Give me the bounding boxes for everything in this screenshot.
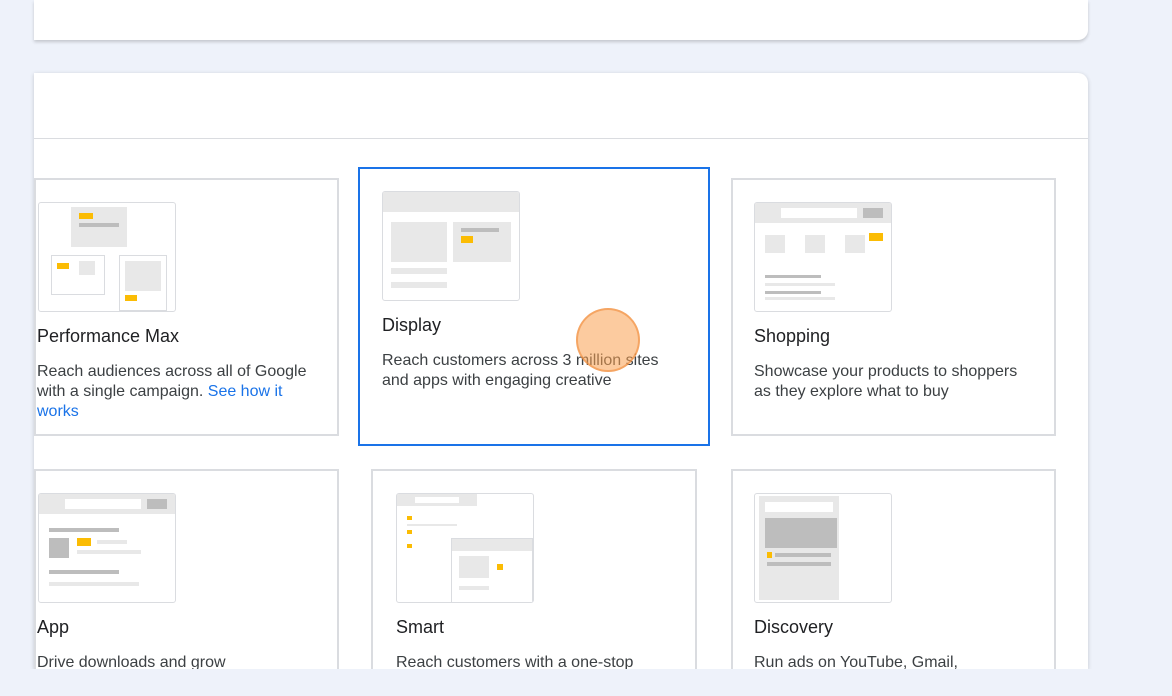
- card-title: Display: [382, 315, 442, 335]
- discovery-illustration: [754, 493, 892, 603]
- campaign-card-performance-max[interactable]: Performance Max Reach audiences across a…: [34, 178, 339, 436]
- card-title: App: [37, 617, 70, 637]
- click-indicator: [576, 308, 640, 372]
- top-panel: [34, 0, 1088, 40]
- shopping-illustration: [754, 202, 892, 312]
- smart-illustration: [396, 493, 534, 603]
- card-description: Reach customers with a one-stop: [396, 654, 634, 669]
- campaign-type-panel: Performance Max Reach audiences across a…: [34, 73, 1088, 669]
- card-title: Discovery: [754, 617, 834, 637]
- campaign-card-shopping[interactable]: Shopping Showcase your products to shopp…: [731, 178, 1056, 436]
- app-illustration: [38, 493, 176, 603]
- card-description: Drive downloads and grow: [37, 654, 226, 669]
- card-title: Performance Max: [37, 326, 180, 346]
- campaign-card-smart[interactable]: Smart Reach customers with a one-stop: [371, 469, 697, 669]
- card-title: Shopping: [754, 326, 831, 346]
- card-description: Reach customers across 3 million sites a…: [382, 352, 659, 389]
- divider: [34, 138, 1088, 139]
- card-description: Showcase your products to shoppers as th…: [754, 363, 1018, 400]
- card-description: Run ads on YouTube, Gmail,: [754, 654, 958, 669]
- card-title: Smart: [396, 617, 445, 637]
- campaign-card-app[interactable]: App Drive downloads and grow: [34, 469, 339, 669]
- page-background-strip: [0, 669, 1172, 696]
- performance-max-illustration: [38, 202, 176, 312]
- display-illustration: [382, 191, 520, 301]
- campaign-card-display[interactable]: Display Reach customers across 3 million…: [358, 167, 710, 446]
- campaign-card-discovery[interactable]: Discovery Run ads on YouTube, Gmail,: [731, 469, 1056, 669]
- card-description: Reach audiences across all of Google wit…: [37, 362, 327, 422]
